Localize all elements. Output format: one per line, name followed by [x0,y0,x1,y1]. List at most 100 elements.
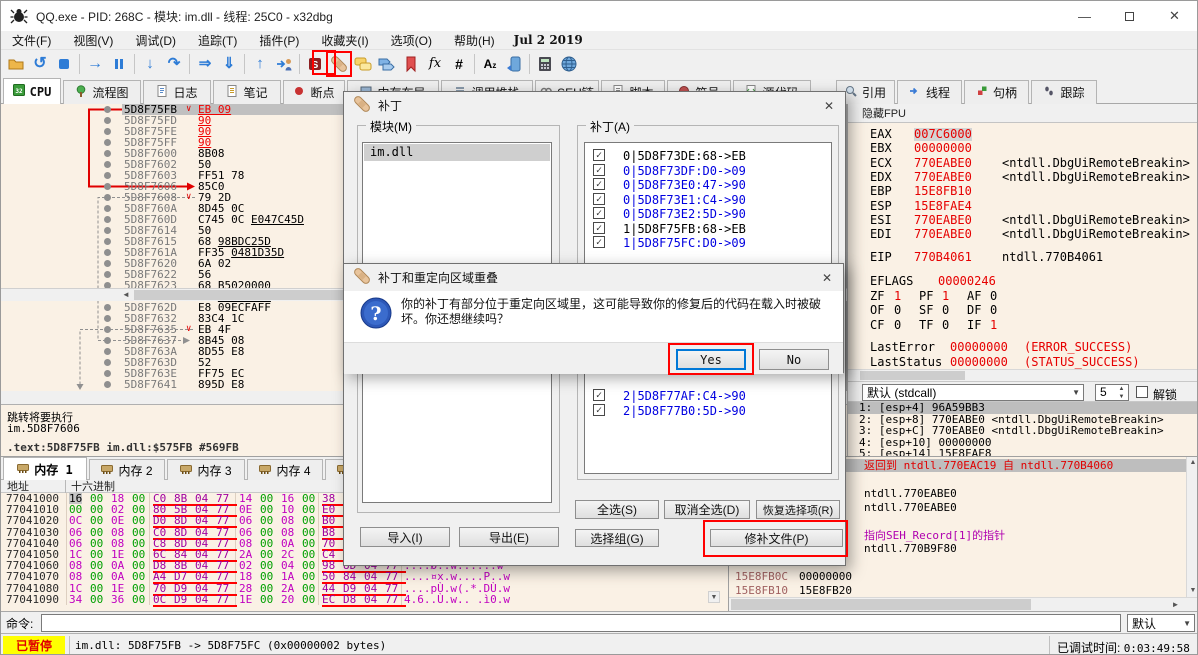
tab-graph[interactable]: 流程图 [63,80,141,104]
tab-breakpoint[interactable]: 断点 [283,80,345,104]
menu-item[interactable]: 插件(P) [248,31,310,50]
breakpoint-dot[interactable] [104,348,111,355]
breakpoint-dot[interactable] [104,205,111,212]
breakpoint-dot[interactable] [104,271,111,278]
breakpoint-dot[interactable] [104,139,111,146]
no-button[interactable]: No [759,349,829,370]
menu-item[interactable]: 选项(O) [380,31,443,50]
breakpoint-dot[interactable] [104,381,111,388]
pick-groups-button[interactable]: 选择组(G) [575,529,659,547]
import-button[interactable]: 导入(I) [360,527,450,547]
deselect-all-button[interactable]: 取消全选(D) [664,500,750,519]
dump-tab[interactable]: 内存 2 [89,459,165,480]
registers-panel[interactable]: 隐藏FPU EAX007C6000EBX00000000ECX770EABE0<… [847,104,1198,456]
step-out-icon[interactable]: ⇓ [217,52,241,76]
menu-item[interactable]: 调试(D) [124,31,187,50]
hash-icon[interactable]: # [447,52,471,76]
menu-item[interactable]: 帮助(H) [443,31,506,50]
scroll-thumb[interactable] [731,599,1031,610]
stack-hscrollbar[interactable]: ► [729,597,1198,611]
scroll-right-icon[interactable]: ► [1169,599,1182,610]
command-input[interactable] [41,614,1121,632]
unlock-checkbox[interactable] [1136,386,1148,398]
patch-item[interactable]: ✓0|5D8F73DF:D0->09 [585,164,832,178]
dump-row[interactable]: 7704107008000A00A4D7047718001A0050840477… [1,571,728,582]
step-over-icon[interactable]: ↷ [162,52,186,76]
run-to-cursor-icon[interactable]: ⇒ [193,52,217,76]
breakpoint-dot[interactable] [104,194,111,201]
tab-notes[interactable]: 笔记 [213,80,281,104]
breakpoint-dot[interactable] [104,238,111,245]
breakpoint-dot[interactable] [104,315,111,322]
maximize-icon[interactable] [1107,1,1152,31]
breakpoint-dot[interactable] [104,117,111,124]
restore-selection-button[interactable]: 恢复选择项(R) [756,500,840,519]
breakpoint-dot[interactable] [104,183,111,190]
breakpoint-dot[interactable] [104,128,111,135]
menu-item[interactable]: 收藏夹(I) [310,31,379,50]
breakpoint-dot[interactable] [104,337,111,344]
command-mode-select[interactable]: 默认▼ [1127,614,1195,632]
run-icon[interactable]: → [83,52,107,76]
breakpoint-dot[interactable] [104,216,111,223]
menu-item[interactable]: 视图(V) [62,31,124,50]
device-icon[interactable] [502,52,526,76]
tab-trace[interactable]: 跟踪 [1031,80,1097,104]
strings-icon[interactable]: Az [478,52,502,76]
switch-thread-icon[interactable] [272,52,296,76]
step-into-icon[interactable]: ↓ [138,52,162,76]
tab-cpu[interactable]: 32CPU [3,78,61,104]
patch-checkbox[interactable]: ✓ [593,389,605,401]
dump-tab[interactable]: 内存 4 [247,459,323,480]
dump-row[interactable]: 77041090340036000CD904771E002000ECD80477… [1,594,728,605]
tab-log[interactable]: 日志 [143,80,211,104]
patch-item[interactable]: ✓0|5D8F73E0:47->90 [585,178,832,192]
arg-count-stepper[interactable]: 5 ▲▼ [1095,384,1129,401]
patch-dialog-titlebar[interactable]: 补丁 ✕ [344,92,845,119]
breakpoint-dot[interactable] [104,304,111,311]
close-icon[interactable]: ✕ [1152,1,1197,31]
script-icon[interactable]: S [303,52,327,76]
select-all-button[interactable]: 全选(S) [575,500,659,519]
patch-item[interactable]: ✓2|5D8F77AF:C4->90 [585,389,832,403]
stack-row[interactable]: 15E8FB0C00000000 [729,570,1187,583]
patch-item[interactable]: ✓2|5D8F77B0:5D->90 [585,404,832,418]
scroll-down-icon[interactable]: ▼ [708,591,720,603]
open-file-icon[interactable] [4,52,28,76]
scroll-down-icon[interactable]: ▼ [1187,585,1198,597]
breakpoint-dot[interactable] [104,106,111,113]
breakpoint-dot[interactable] [104,249,111,256]
patch-item[interactable]: ✓0|5D8F73DE:68->EB [585,149,832,163]
hide-fpu-toggle[interactable]: 隐藏FPU [848,104,1198,123]
minimize-icon[interactable]: — [1062,1,1107,31]
module-list-item[interactable]: im.dll [364,144,550,161]
patch-icon[interactable] [327,52,351,76]
patch-checkbox[interactable]: ✓ [593,222,605,234]
dump-tab[interactable]: 内存 3 [167,459,245,480]
tab-handles[interactable]: 句柄 [964,80,1029,104]
msgbox-titlebar[interactable]: 补丁和重定向区域重叠 ✕ [344,264,843,291]
breakpoint-dot[interactable] [104,161,111,168]
comments-icon[interactable] [351,52,375,76]
stack-row[interactable]: 15E8FB1015E8FB20 [729,584,1187,597]
labels-icon[interactable] [375,52,399,76]
dump-row[interactable]: 770410801C001E0070D9047728002A0044D90477… [1,583,728,594]
pause-icon[interactable] [107,52,131,76]
bookmarks-icon[interactable] [399,52,423,76]
run-until-return-icon[interactable]: ↑ [248,52,272,76]
breakpoint-dot[interactable] [104,370,111,377]
export-button[interactable]: 导出(E) [459,527,559,547]
breakpoint-dot[interactable] [104,359,111,366]
patch-checkbox[interactable]: ✓ [593,193,605,205]
scroll-up-icon[interactable]: ▲ [1187,457,1198,469]
breakpoint-dot[interactable] [104,172,111,179]
breakpoint-dot[interactable] [104,150,111,157]
patch-item[interactable]: ✓0|5D8F73E2:5D->90 [585,207,832,221]
registers-hscrollbar[interactable] [848,369,1198,381]
functions-icon[interactable]: fx [423,52,447,76]
patch-item[interactable]: ✓1|5D8F75FC:D0->09 [585,236,832,250]
scroll-left-icon[interactable]: ◄ [119,289,133,301]
stop-icon[interactable] [52,52,76,76]
restart-icon[interactable]: ↺ [28,52,52,76]
patch-checkbox[interactable]: ✓ [593,404,605,416]
